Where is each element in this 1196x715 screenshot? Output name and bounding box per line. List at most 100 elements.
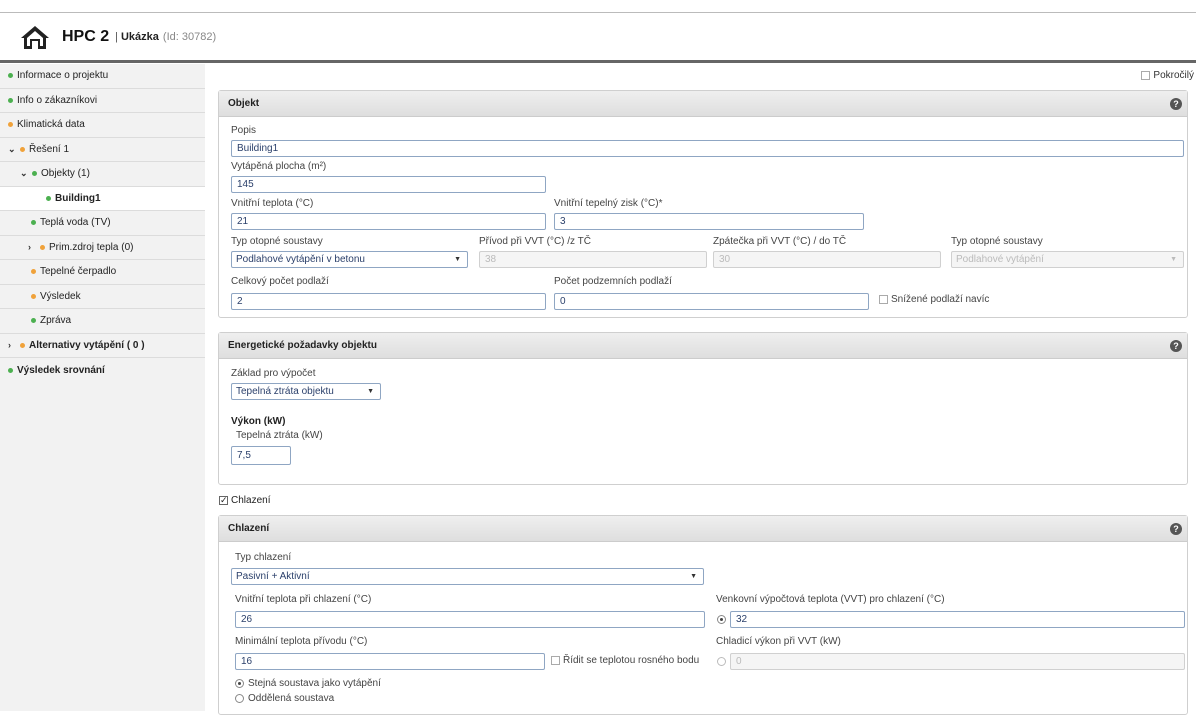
typ-soustavy-select[interactable]: Podlahové vytápění v betonu ▼ (231, 251, 468, 268)
energie-panel-header: Energetické požadavky objektu ? (219, 333, 1187, 359)
sidebar-item-label: Info o zákazníkovi (17, 94, 98, 106)
sidebar-item-label: Objekty (1) (41, 168, 90, 180)
radio-stejna-option[interactable]: Stejná soustava jako vytápění (235, 678, 381, 689)
vykon-label: Výkon (kW) (231, 416, 286, 427)
venkovni-input[interactable]: 32 (730, 611, 1185, 628)
zisk-input[interactable]: 3 (554, 213, 864, 230)
sidebar-item-label: Prim.zdroj tepla (0) (49, 241, 134, 253)
plocha-input[interactable]: 145 (231, 176, 546, 193)
vnitrni-teplota-label: Vnitřní teplota (°C) (231, 198, 314, 209)
sidebar-item-objekty[interactable]: ⌄ Objekty (1) (0, 162, 205, 187)
sidebar-item-label: Výsledek (40, 290, 81, 302)
sidebar-item-vysledek-srovnani[interactable]: Výsledek srovnání (0, 358, 205, 383)
ztrata-input[interactable]: 7,5 (231, 446, 291, 465)
sidebar-item-vysledek[interactable]: Výsledek (0, 284, 205, 309)
status-dot-icon (31, 269, 36, 275)
sidebar-item-label: Informace o projektu (17, 70, 109, 82)
min-privod-label: Minimální teplota přívodu (°C) (235, 636, 368, 647)
sidebar-item-informace[interactable]: Informace o projektu (0, 64, 205, 89)
help-icon[interactable]: ? (1170, 98, 1182, 110)
zaklad-value: Tepelná ztráta objektu (236, 386, 334, 397)
plocha-label: Vytápěná plocha (m²) (231, 161, 327, 172)
sidebar-item-tepla-voda[interactable]: Teplá voda (TV) (0, 211, 205, 236)
privod-input[interactable]: 38 (479, 251, 707, 268)
dropdown-caret-icon: ▼ (1170, 256, 1177, 263)
sidebar-item-label: Teplá voda (TV) (40, 217, 111, 229)
chevron-down-icon[interactable]: ⌄ (8, 144, 20, 155)
home-icon[interactable] (20, 24, 50, 50)
ridit-checkbox[interactable] (551, 656, 560, 665)
chlazeni-toggle[interactable]: ✓ Chlazení (219, 495, 270, 506)
status-dot-icon (8, 73, 13, 79)
venkovni-radio[interactable] (717, 615, 726, 624)
radio-oddelena-label: Oddělená soustava (248, 693, 335, 704)
status-dot-icon (8, 122, 13, 128)
popis-input[interactable]: Building1 (231, 140, 1184, 157)
objekt-panel-header: Objekt ? (219, 91, 1187, 117)
sidebar-item-tepelne-cerpadlo[interactable]: Tepelné čerpadlo (0, 260, 205, 285)
sidebar-item-label: Výsledek srovnání (17, 364, 105, 376)
chevron-down-icon[interactable]: ⌄ (20, 168, 32, 179)
podlazi-input[interactable]: 2 (231, 293, 546, 310)
sidebar-item-prim-zdroj[interactable]: › Prim.zdroj tepla (0) (0, 235, 205, 260)
status-dot-icon (32, 171, 37, 177)
podzemni-label: Počet podzemních podlaží (554, 276, 672, 287)
advanced-checkbox[interactable] (1141, 71, 1151, 80)
status-dot-icon (40, 244, 45, 250)
zpatecka-input[interactable]: 30 (713, 251, 941, 268)
typ-soustavy2-label: Typ otopné soustavy (951, 236, 1043, 247)
vnitrni-chlazeni-input[interactable]: 26 (235, 611, 705, 628)
status-dot-icon (20, 146, 25, 152)
advanced-toggle[interactable]: Pokročilý (1141, 70, 1194, 81)
chlazeni-checkbox[interactable]: ✓ (219, 496, 228, 505)
advanced-label: Pokročilý (1153, 70, 1194, 81)
title-separator: | (115, 31, 118, 43)
ztrata-label: Tepelná ztráta (kW) (236, 430, 323, 441)
ridit-toggle[interactable]: Řídit se teplotou rosného bodu (551, 655, 699, 666)
help-icon[interactable]: ? (1170, 523, 1182, 535)
zaklad-label: Základ pro výpočet (231, 368, 316, 379)
radio-stejna-label: Stejná soustava jako vytápění (248, 678, 381, 689)
sidebar-item-zprava[interactable]: Zpráva (0, 309, 205, 334)
panel-title: Energetické požadavky objektu (228, 340, 377, 351)
chevron-right-icon[interactable]: › (8, 340, 20, 350)
chevron-right-icon[interactable]: › (28, 242, 40, 252)
status-dot-icon (31, 318, 36, 324)
project-name: Ukázka (120, 31, 159, 43)
vnitrni-teplota-input[interactable]: 21 (231, 213, 546, 230)
radio-stejna[interactable] (235, 679, 244, 688)
sidebar-item-alternativy[interactable]: › Alternativy vytápění ( 0 ) (0, 333, 205, 358)
main-content: Pokročilý Objekt ? Popis Building1 Vytáp… (210, 64, 1196, 715)
sidebar-item-label: Alternativy vytápění ( 0 ) (29, 339, 145, 351)
vnitrni-chlazeni-label: Vnitřní teplota při chlazení (°C) (235, 594, 372, 605)
snizene-toggle[interactable]: Snížené podlaží navíc (879, 294, 989, 305)
typ-soustavy2-select[interactable]: Podlahové vytápění ▼ (951, 251, 1184, 268)
sidebar-item-building1[interactable]: Building1 (0, 186, 205, 211)
chladici-vykon-input[interactable]: 0 (730, 653, 1185, 670)
snizene-checkbox[interactable] (879, 295, 888, 304)
sidebar-item-info-zakaznik[interactable]: Info o zákazníkovi (0, 88, 205, 113)
status-dot-icon (20, 342, 25, 348)
chladici-vykon-label: Chladicí výkon při VVT (kW) (716, 636, 841, 647)
podzemni-input[interactable]: 0 (554, 293, 869, 310)
dropdown-caret-icon: ▼ (690, 573, 697, 580)
chladici-vykon-radio[interactable] (717, 657, 726, 666)
zpatecka-label: Zpátečka při VVT (°C) / do TČ (713, 236, 847, 247)
typ-chlazeni-select[interactable]: Pasivní + Aktivní ▼ (231, 568, 704, 585)
radio-oddelena[interactable] (235, 694, 244, 703)
venkovni-label: Venkovní výpočtová teplota (VVT) pro chl… (716, 594, 945, 605)
radio-oddelena-option[interactable]: Oddělená soustava (235, 693, 334, 704)
help-icon[interactable]: ? (1170, 340, 1182, 352)
sidebar-nav: Informace o projektu Info o zákazníkovi … (0, 64, 205, 711)
privod-label: Přívod při VVT (°C) /z TČ (479, 236, 591, 247)
sidebar-item-label: Tepelné čerpadlo (40, 266, 117, 278)
chlazeni-panel: Chlazení ? Typ chlazení Pasivní + Aktivn… (218, 515, 1188, 715)
zaklad-select[interactable]: Tepelná ztráta objektu ▼ (231, 383, 381, 400)
sidebar-item-reseni-1[interactable]: ⌄ Řešení 1 (0, 137, 205, 162)
min-privod-input[interactable]: 16 (235, 653, 545, 670)
panel-title: Objekt (228, 98, 260, 109)
chlazeni-panel-header: Chlazení ? (219, 516, 1187, 542)
typ-chlazeni-label: Typ chlazení (235, 552, 292, 563)
sidebar-item-klimaticka-data[interactable]: Klimatická data (0, 113, 205, 138)
app-title: HPC 2 (62, 28, 110, 45)
